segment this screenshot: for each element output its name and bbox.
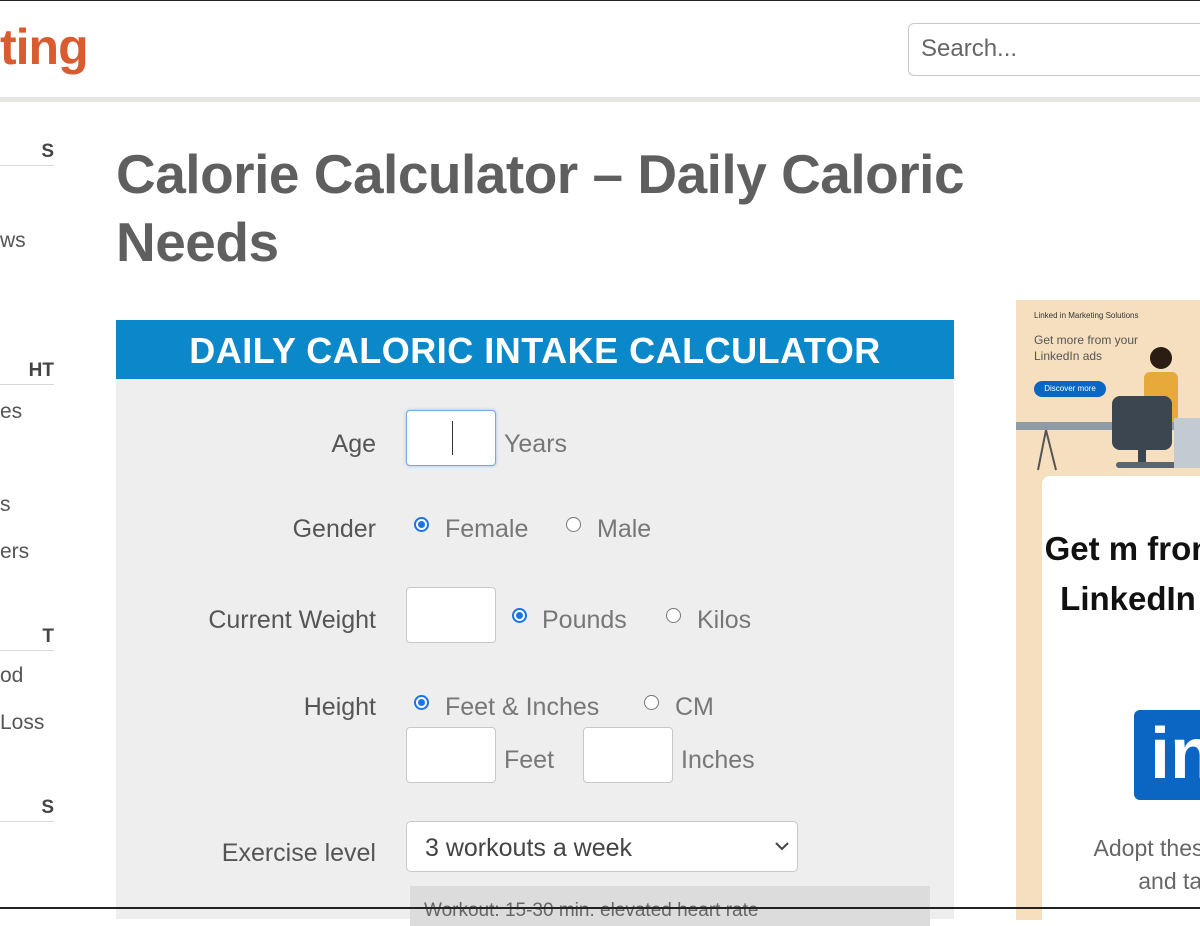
sidebar-link[interactable]: od bbox=[0, 664, 23, 688]
feet-unit: Feet bbox=[504, 746, 555, 774]
top-border bbox=[0, 0, 1200, 1]
cm-radio[interactable] bbox=[644, 695, 659, 710]
inches-unit: Inches bbox=[681, 746, 755, 774]
calculator-header: DAILY CALORIC INTAKE CALCULATOR bbox=[116, 320, 954, 379]
female-label[interactable]: Female bbox=[445, 515, 528, 544]
ad-brand: Linked in Marketing Solutions bbox=[1034, 311, 1139, 320]
exercise-label: Exercise level bbox=[221, 839, 376, 867]
sidebar-link[interactable]: ers bbox=[0, 540, 29, 564]
sidebar-link[interactable]: s bbox=[0, 493, 11, 517]
feet-input[interactable] bbox=[406, 727, 496, 783]
pounds-radio[interactable] bbox=[512, 608, 527, 623]
inches-input[interactable] bbox=[583, 727, 673, 783]
gender-label: Gender bbox=[292, 515, 376, 543]
sidebar-heading: T bbox=[0, 626, 54, 651]
sidebar-link[interactable]: es bbox=[0, 400, 22, 424]
page-title: Calorie Calculator – Daily Caloric Needs bbox=[116, 143, 965, 273]
age-unit: Years bbox=[504, 430, 568, 458]
site-logo[interactable]: ting bbox=[0, 18, 89, 76]
header-divider bbox=[0, 97, 1200, 102]
exercise-selected-value: 3 workouts a week bbox=[425, 834, 633, 862]
age-input[interactable] bbox=[406, 410, 496, 466]
male-label[interactable]: Male bbox=[597, 515, 651, 544]
feet-inches-label[interactable]: Feet & Inches bbox=[445, 693, 599, 722]
ad-copy: Adopt these tips and tac bbox=[1093, 835, 1200, 894]
search-input[interactable] bbox=[909, 24, 1200, 74]
sidebar-heading: HT bbox=[0, 360, 54, 385]
female-radio[interactable] bbox=[414, 517, 429, 532]
sidebar-link[interactable]: ws bbox=[0, 229, 26, 253]
cm-label[interactable]: CM bbox=[675, 693, 714, 722]
kilos-label[interactable]: Kilos bbox=[697, 606, 751, 635]
search-box[interactable] bbox=[908, 23, 1200, 76]
weight-input[interactable] bbox=[406, 587, 496, 643]
feet-inches-radio[interactable] bbox=[414, 695, 429, 710]
age-label: Age bbox=[331, 430, 376, 458]
kilos-radio[interactable] bbox=[666, 608, 681, 623]
linkedin-ad[interactable]: Linked in Marketing Solutions Get more f… bbox=[1016, 300, 1200, 920]
text-caret bbox=[452, 421, 453, 455]
ad-heading: Get m fron LinkedIn bbox=[1044, 530, 1200, 617]
sidebar-link[interactable]: Loss bbox=[0, 711, 44, 735]
sidebar-heading: S bbox=[0, 797, 54, 822]
exercise-description-text: Workout: 15-30 min. elevated heart rate bbox=[424, 900, 759, 921]
male-radio[interactable] bbox=[566, 517, 581, 532]
exercise-description: Workout: 15-30 min. elevated heart rate bbox=[410, 886, 930, 926]
height-label: Height bbox=[303, 693, 376, 721]
weight-label: Current Weight bbox=[208, 606, 376, 634]
chevron-down-icon bbox=[775, 838, 789, 856]
exercise-select[interactable]: 3 workouts a week bbox=[406, 821, 798, 872]
sidebar-heading: S bbox=[0, 141, 54, 166]
linkedin-logo-icon: in bbox=[1134, 710, 1200, 800]
pounds-label[interactable]: Pounds bbox=[542, 606, 627, 635]
ad-illustration-icon bbox=[1016, 347, 1200, 471]
